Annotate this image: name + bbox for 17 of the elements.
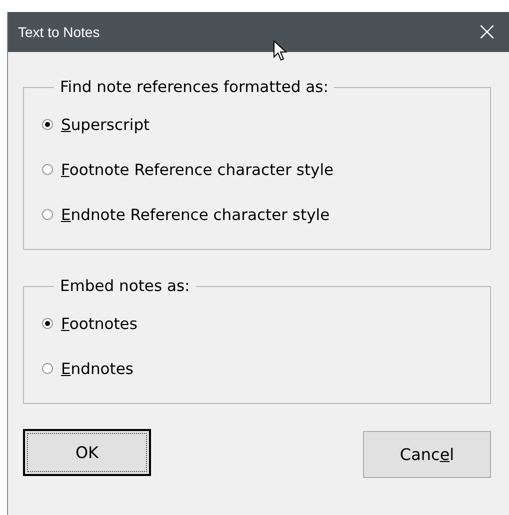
- radio-label[interactable]: Endnote Reference character style: [61, 206, 330, 224]
- radio-button[interactable]: [42, 318, 53, 329]
- radio-button[interactable]: [42, 164, 53, 175]
- radio-button[interactable]: [42, 363, 53, 374]
- close-button[interactable]: ×: [465, 12, 509, 52]
- group-legend: Find note references formatted as:: [54, 78, 334, 96]
- radio-label[interactable]: Footnotes: [61, 314, 138, 332]
- group-legend: Embed notes as:: [54, 277, 196, 295]
- cancel-button[interactable]: Cancel: [363, 431, 491, 478]
- radio-button[interactable]: [42, 209, 53, 220]
- pointer-icon: [273, 40, 287, 62]
- window-title: Text to Notes: [18, 24, 100, 40]
- radio-label[interactable]: Superscript: [61, 116, 150, 134]
- radio-button[interactable]: [42, 119, 53, 130]
- radio-label[interactable]: Endnotes: [61, 360, 134, 378]
- radio-label[interactable]: Footnote Reference character style: [61, 160, 334, 178]
- ok-button[interactable]: OK: [23, 429, 151, 476]
